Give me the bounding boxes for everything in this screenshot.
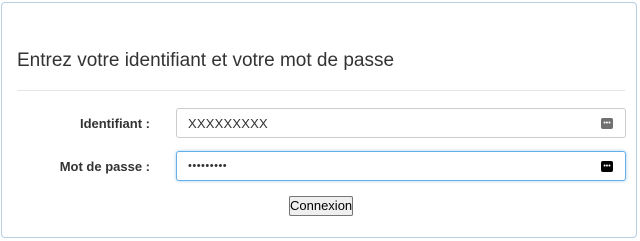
divider	[17, 90, 625, 91]
password-manager-icon[interactable]: •••	[601, 160, 613, 172]
password-manager-icon[interactable]: •••	[601, 117, 613, 129]
password-label: Mot de passe :	[59, 159, 150, 174]
login-panel: Entrez votre identifiant et votre mot de…	[1, 2, 637, 238]
password-field[interactable]: ••••••••• •••	[176, 151, 626, 181]
username-label: Identifiant :	[79, 116, 150, 131]
username-value[interactable]: XXXXXXXXX	[177, 116, 601, 131]
login-button[interactable]: Connexion	[289, 196, 353, 216]
panel-title: Entrez votre identifiant et votre mot de…	[17, 50, 395, 71]
password-value[interactable]: •••••••••	[177, 160, 601, 172]
username-field[interactable]: XXXXXXXXX •••	[176, 108, 626, 138]
